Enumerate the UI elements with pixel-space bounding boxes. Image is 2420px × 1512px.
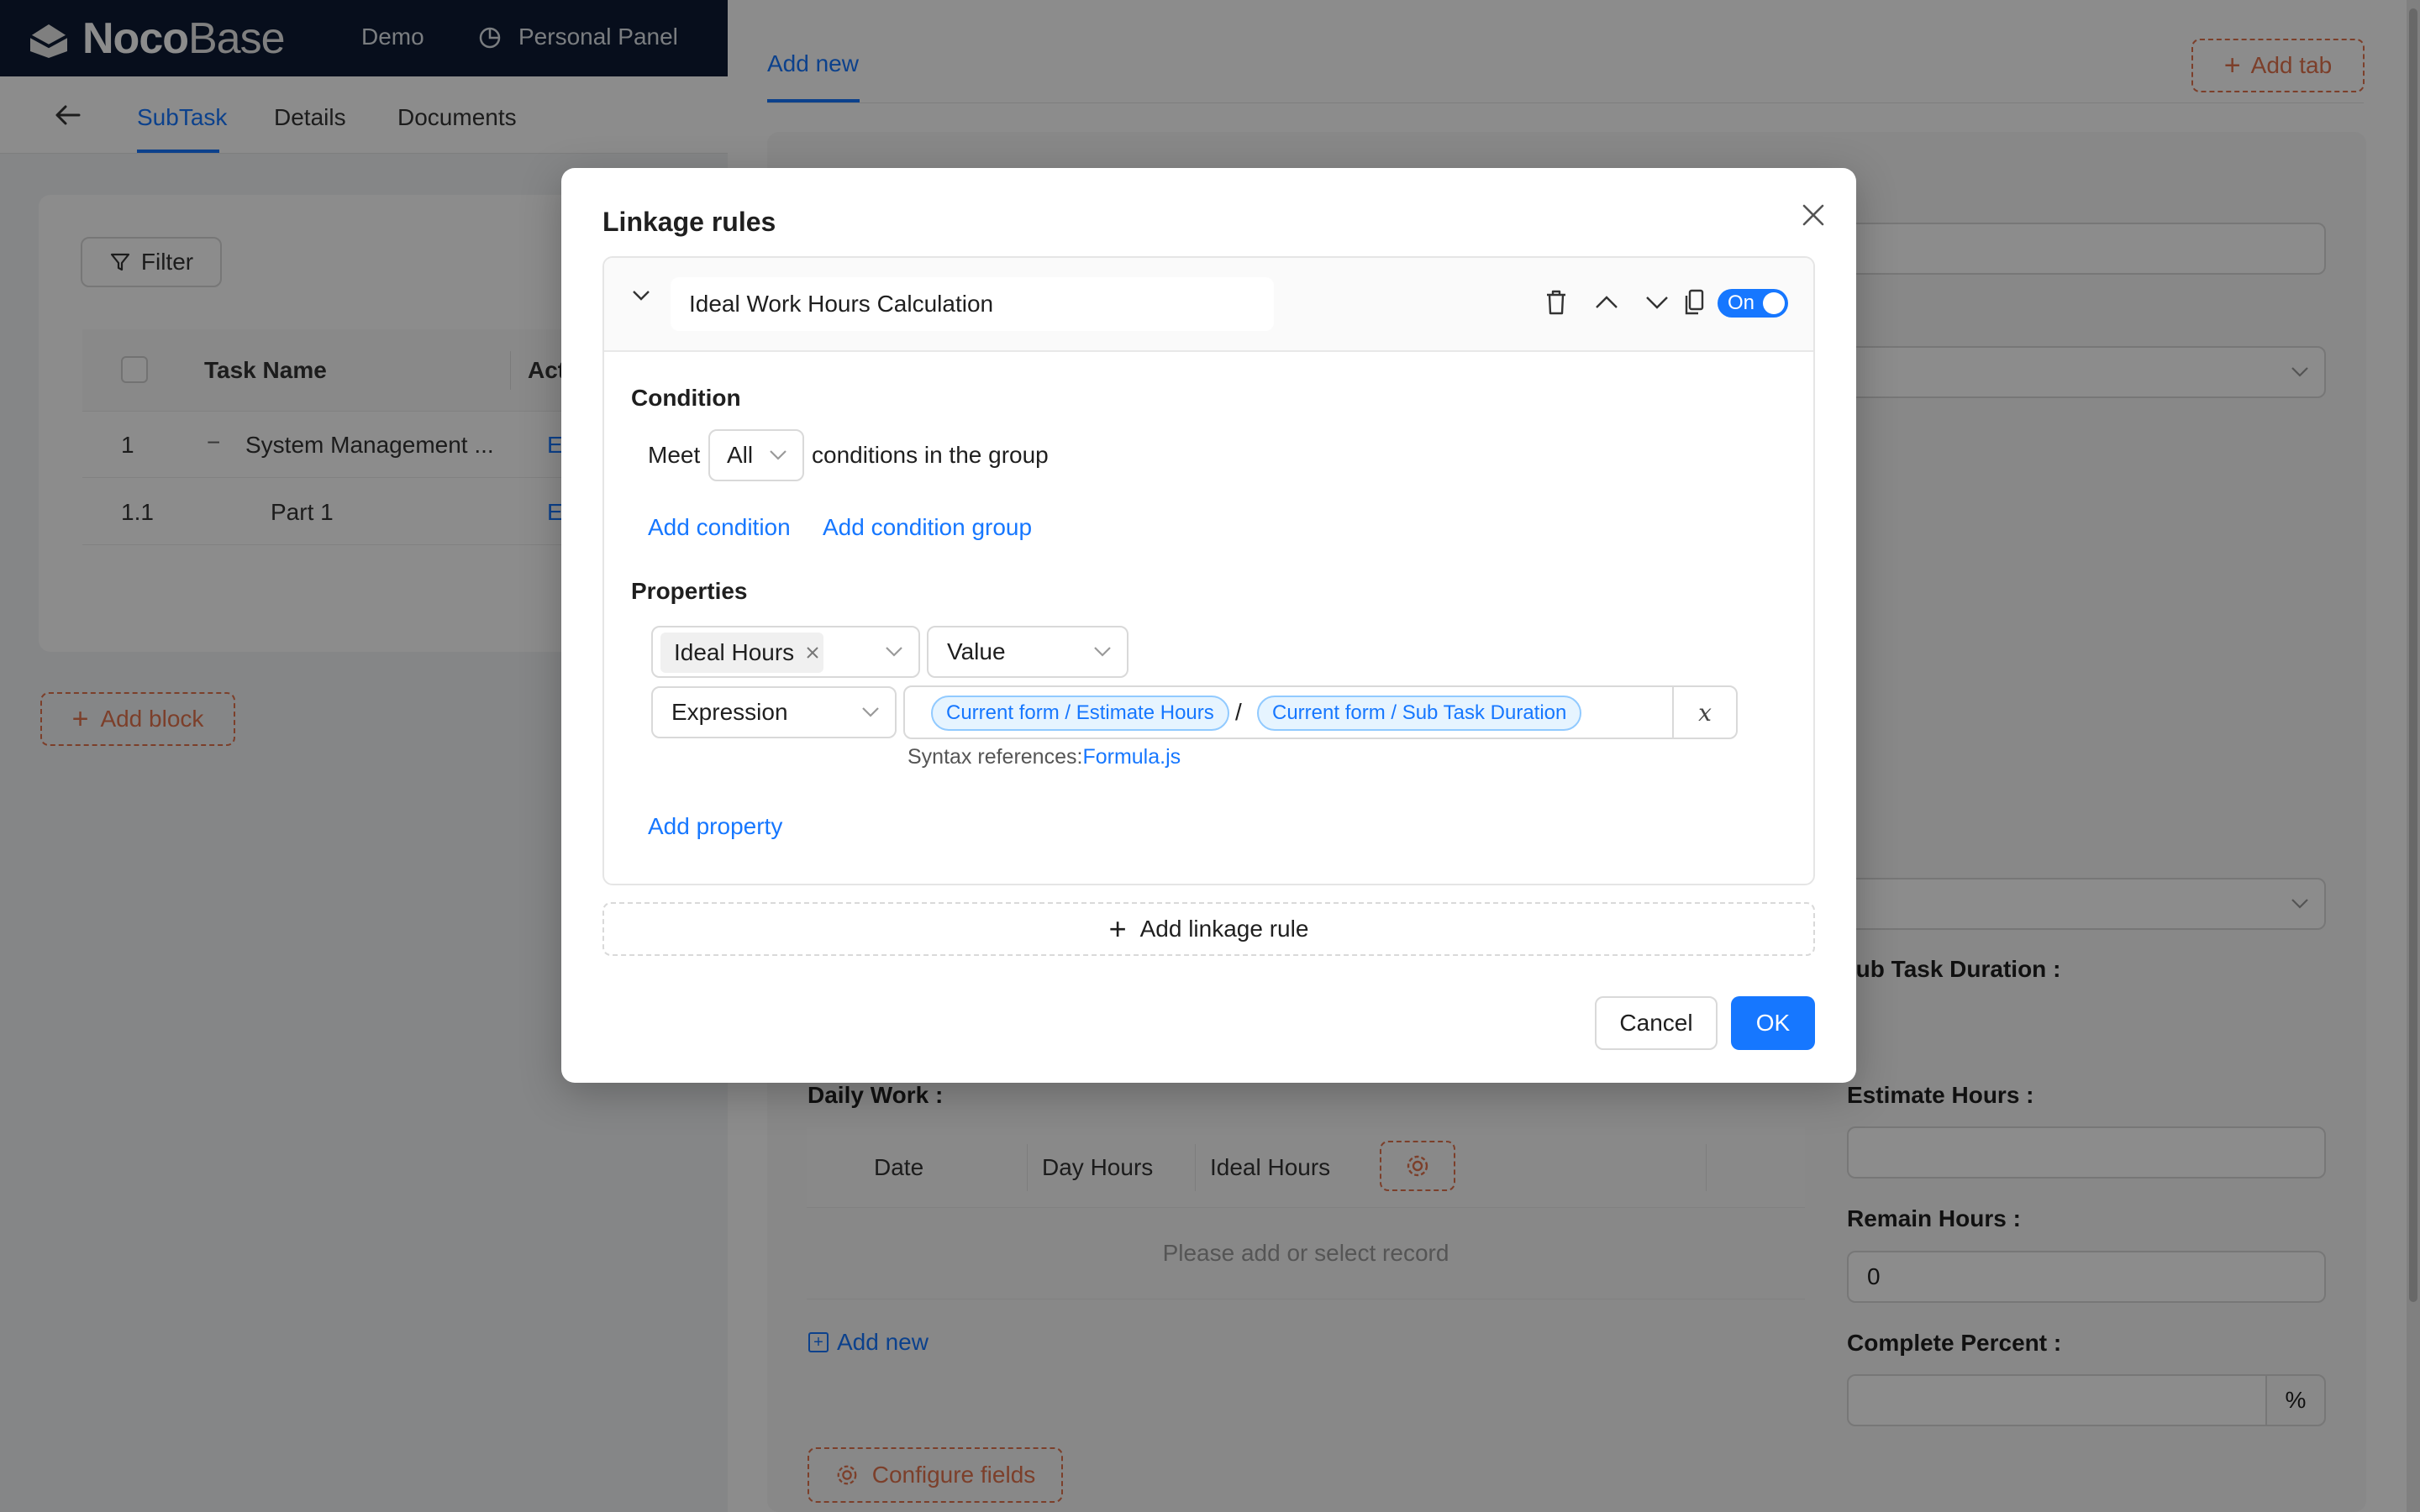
add-property-link[interactable]: Add property	[648, 813, 782, 840]
x-icon: x	[1698, 698, 1712, 727]
condition-suffix: conditions in the group	[812, 442, 1049, 468]
toggle-label: On	[1728, 291, 1755, 314]
variable-tag[interactable]: Current form / Estimate Hours	[931, 696, 1229, 731]
add-linkage-rule-button[interactable]: + Add linkage rule	[602, 902, 1815, 956]
syntax-references: Syntax references:Formula.js	[908, 745, 1181, 769]
property-action-value: Value	[947, 638, 1006, 664]
formula-js-link[interactable]: Formula.js	[1082, 745, 1181, 769]
field-tag: Ideal Hours	[660, 633, 823, 673]
ok-button[interactable]: OK	[1731, 996, 1815, 1050]
value-mode-select[interactable]: Expression	[651, 686, 897, 738]
modal-title: Linkage rules	[602, 207, 776, 237]
properties-title: Properties	[631, 578, 748, 604]
chevron-down-icon[interactable]	[1640, 286, 1674, 319]
close-icon[interactable]	[806, 646, 819, 659]
value-mode-value: Expression	[671, 699, 788, 725]
syntax-prefix: Syntax references:	[908, 745, 1083, 769]
field-tag-label: Ideal Hours	[674, 639, 795, 665]
variable-tag[interactable]: Current form / Sub Task Duration	[1257, 696, 1582, 731]
trash-icon[interactable]	[1539, 286, 1573, 319]
cancel-button[interactable]: Cancel	[1595, 996, 1718, 1050]
variable-picker-button[interactable]: x	[1672, 685, 1738, 739]
chevron-down-icon	[770, 450, 786, 460]
toggle-knob	[1763, 292, 1785, 314]
chevron-down-icon	[886, 647, 902, 657]
chevron-down-icon	[862, 707, 879, 717]
add-condition-link[interactable]: Add condition	[648, 514, 791, 541]
rule-name-input[interactable]: Ideal Work Hours Calculation	[671, 277, 1274, 331]
meet-label: Meet	[648, 442, 701, 468]
meet-select[interactable]: All	[708, 429, 804, 481]
condition-title: Condition	[631, 385, 741, 411]
property-action-select[interactable]: Value	[927, 626, 1128, 678]
chevron-down-icon	[1094, 647, 1111, 657]
add-linkage-rule-label: Add linkage rule	[1139, 916, 1309, 942]
add-condition-group-link[interactable]: Add condition group	[823, 514, 1032, 541]
chevron-up-icon[interactable]	[1590, 286, 1623, 319]
meet-select-value: All	[727, 442, 754, 468]
chevron-down-icon[interactable]	[629, 281, 654, 311]
plus-icon: +	[1108, 911, 1127, 946]
close-icon[interactable]	[1795, 197, 1832, 234]
rule-name-value: Ideal Work Hours Calculation	[689, 291, 994, 317]
copy-icon[interactable]	[1677, 286, 1711, 319]
rule-enabled-toggle[interactable]: On	[1718, 289, 1788, 318]
expression-operator: /	[1235, 699, 1242, 725]
